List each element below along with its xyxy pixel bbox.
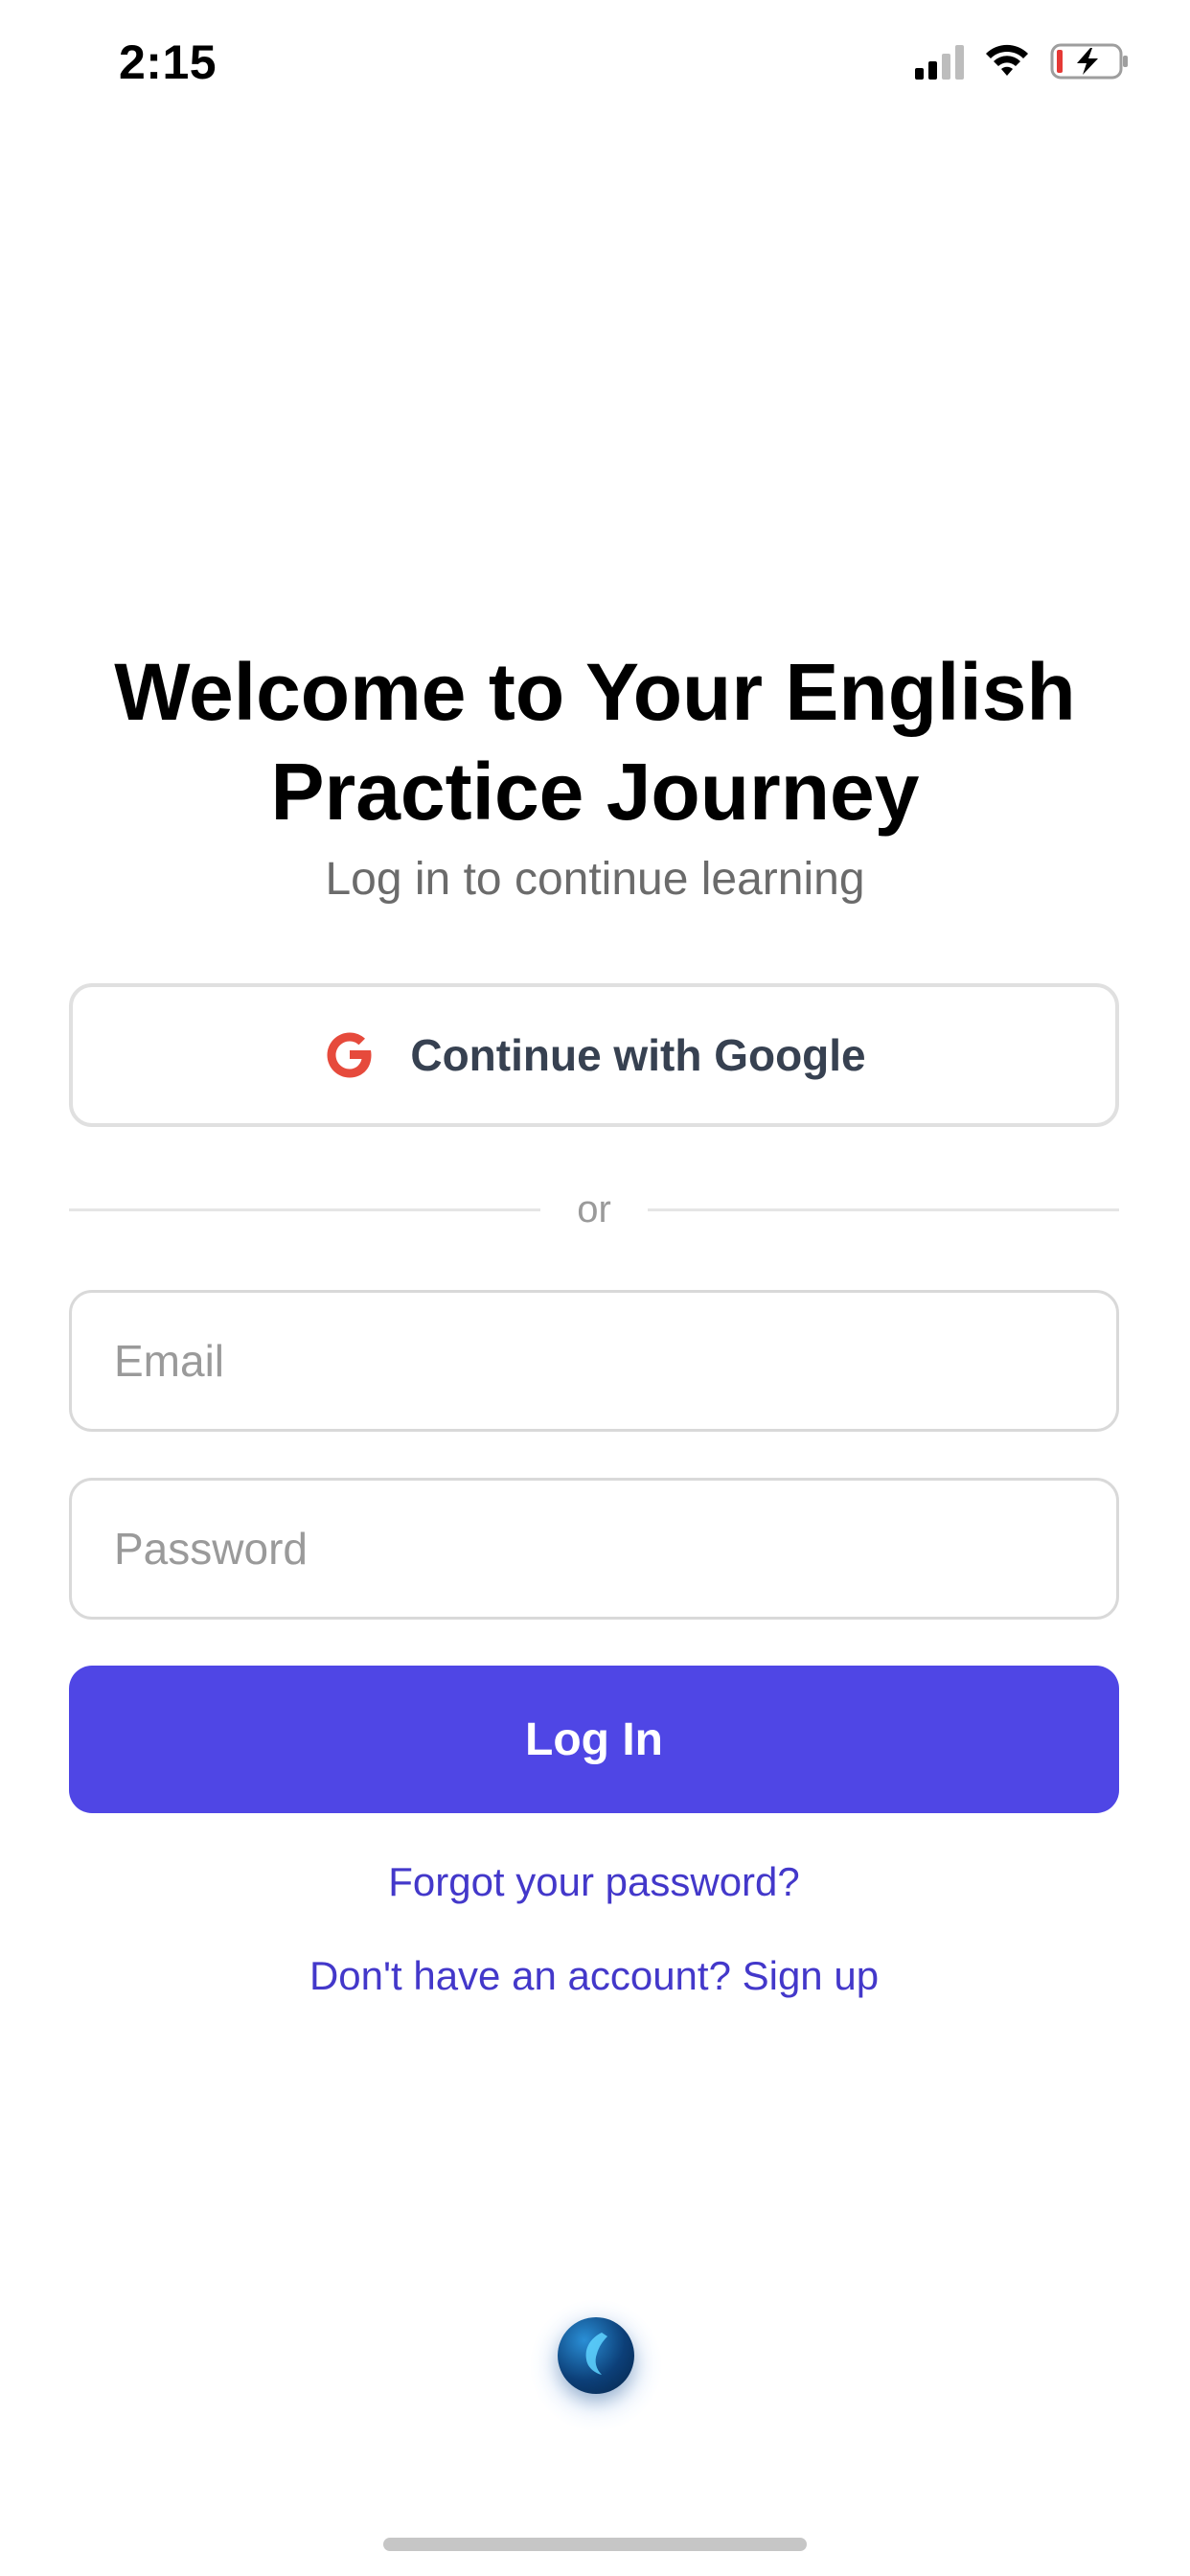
sign-up-link[interactable]: Don't have an account? Sign up <box>69 1953 1119 1999</box>
cellular-signal-icon <box>915 43 964 80</box>
wifi-icon <box>986 44 1028 76</box>
google-g-icon <box>327 1032 372 1078</box>
continue-with-google-button[interactable]: Continue with Google <box>69 983 1119 1127</box>
google-button-label: Continue with Google <box>410 1030 866 1080</box>
page-subtitle: Log in to continue learning <box>325 854 865 905</box>
home-indicator[interactable] <box>383 2538 807 2551</box>
or-divider: or <box>69 1181 1120 1238</box>
status-time: 2:15 <box>119 35 217 89</box>
password-field[interactable] <box>69 1478 1119 1620</box>
divider-line-left <box>69 1208 541 1211</box>
status-bar: 2:15 <box>0 0 1190 134</box>
page-title: Welcome to Your English Practice Journey <box>114 647 1076 837</box>
divider-line-right <box>647 1208 1120 1211</box>
divider-label: or <box>577 1187 611 1230</box>
login-screen: 2:15 Welcome to Your English Practice Jo… <box>0 0 1190 2576</box>
log-in-button[interactable]: Log In <box>69 1666 1119 1813</box>
assistant-orb-button[interactable] <box>529 2298 663 2432</box>
forgot-password-link[interactable]: Forgot your password? <box>69 1859 1119 1905</box>
battery-charging-icon <box>1050 43 1128 80</box>
assistant-orb-icon <box>558 2317 634 2394</box>
status-icons <box>915 42 1131 80</box>
email-field[interactable] <box>69 1290 1119 1432</box>
